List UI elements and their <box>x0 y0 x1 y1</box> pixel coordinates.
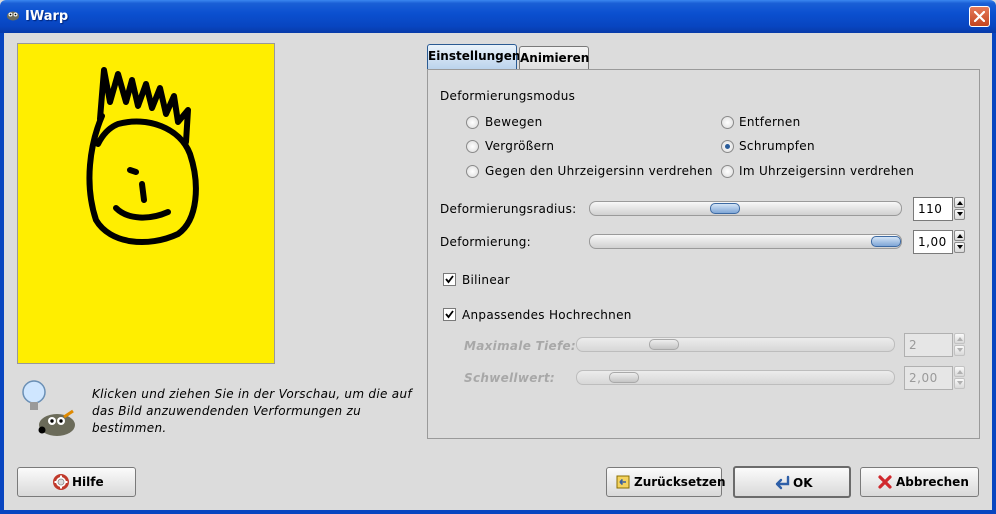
tab-einstellungen[interactable]: Einstellungen <box>427 44 521 70</box>
radio-vergroessern-label[interactable]: Vergrößern <box>485 139 554 153</box>
mode-section-label: Deformierungsmodus <box>440 89 576 103</box>
radio-schrumpfen-label[interactable]: Schrumpfen <box>739 139 815 153</box>
cancel-button-label: Abbrechen <box>896 475 969 489</box>
preview-canvas[interactable] <box>17 43 275 364</box>
arrow-up-icon <box>957 337 963 341</box>
amount-label: Deformierung: <box>440 235 532 249</box>
threshold-slider-thumb[interactable] <box>609 372 639 383</box>
radio-entfernen[interactable] <box>721 116 734 129</box>
radio-im-uhrzeigersinn-label[interactable]: Im Uhrzeigersinn verdrehen <box>739 164 914 178</box>
reset-button[interactable]: Zurücksetzen <box>606 467 726 497</box>
arrow-up-icon <box>957 201 963 205</box>
cancel-button[interactable]: Abbrechen <box>860 467 979 497</box>
help-button[interactable]: Hilfe <box>17 467 136 497</box>
arrow-down-icon <box>957 348 963 352</box>
amount-spin-up[interactable] <box>954 230 965 241</box>
radius-spin-up[interactable] <box>954 197 965 208</box>
amount-input[interactable]: 1,00 <box>913 230 953 254</box>
radius-slider-thumb[interactable] <box>710 203 740 214</box>
max-depth-input[interactable]: 2 <box>904 333 953 357</box>
wilber-lightbulb-icon <box>22 380 75 436</box>
tab-animieren-label: Animieren <box>520 51 590 65</box>
threshold-input[interactable]: 2,00 <box>904 366 953 390</box>
tab-einstellungen-label: Einstellungen <box>428 49 521 63</box>
amount-slider[interactable] <box>589 234 902 249</box>
ok-button-label: OK <box>793 476 813 490</box>
arrow-up-icon <box>957 370 963 374</box>
threshold-label: Schwellwert: <box>464 371 556 385</box>
radio-schrumpfen[interactable] <box>721 140 734 153</box>
cancel-x-icon <box>878 475 892 489</box>
threshold-spin-down[interactable] <box>954 378 965 389</box>
bilinear-checkbox[interactable] <box>443 273 456 286</box>
title-bar[interactable]: IWarp <box>0 0 996 33</box>
checkmark-icon <box>445 310 454 319</box>
bilinear-label[interactable]: Bilinear <box>462 273 510 287</box>
reset-icon <box>616 475 630 489</box>
tab-animieren[interactable]: Animieren <box>519 46 589 70</box>
max-depth-slider[interactable] <box>576 337 895 352</box>
max-depth-spin-down[interactable] <box>954 345 965 356</box>
arrow-down-icon <box>957 245 963 249</box>
max-depth-label: Maximale Tiefe: <box>464 339 577 353</box>
radio-entfernen-label[interactable]: Entfernen <box>739 115 801 129</box>
threshold-spin-up[interactable] <box>954 366 965 377</box>
radius-input[interactable]: 110 <box>913 197 953 221</box>
threshold-slider[interactable] <box>576 370 895 385</box>
amount-slider-thumb[interactable] <box>871 236 901 247</box>
max-depth-slider-thumb[interactable] <box>649 339 679 350</box>
arrow-down-icon <box>957 381 963 385</box>
lifebuoy-icon <box>53 474 69 490</box>
radius-spin-down[interactable] <box>954 209 965 220</box>
radio-im-uhrzeigersinn[interactable] <box>721 165 734 178</box>
radio-gegen-uhrzeigersinn-label[interactable]: Gegen den Uhrzeigersinn verdrehen <box>485 164 713 178</box>
hint-text: Klicken und ziehen Sie in der Vorschau, … <box>92 387 412 435</box>
supersample-label[interactable]: Anpassendes Hochrechnen <box>462 308 632 322</box>
window-frame-right <box>992 33 996 514</box>
checkmark-icon <box>445 275 454 284</box>
reset-button-label: Zurücksetzen <box>634 475 726 489</box>
radio-bewegen[interactable] <box>466 116 479 129</box>
enter-arrow-icon <box>775 475 790 490</box>
radio-vergroessern[interactable] <box>466 140 479 153</box>
window-frame-bottom <box>0 510 996 514</box>
gimp-wilber-icon <box>7 11 19 21</box>
close-icon <box>974 11 985 22</box>
radius-label: Deformierungsradius: <box>440 202 577 216</box>
radio-bewegen-label[interactable]: Bewegen <box>485 115 543 129</box>
iwarp-dialog: IWarp Klicken und ziehen Sie in der Vors… <box>0 0 996 514</box>
max-depth-spin-up[interactable] <box>954 333 965 344</box>
arrow-up-icon <box>957 234 963 238</box>
help-button-label: Hilfe <box>72 475 104 489</box>
amount-spin-down[interactable] <box>954 242 965 253</box>
window-frame-left <box>0 33 4 514</box>
ok-button[interactable]: OK <box>733 466 851 498</box>
radio-gegen-uhrzeigersinn[interactable] <box>466 165 479 178</box>
close-button[interactable] <box>969 6 990 27</box>
arrow-down-icon <box>957 212 963 216</box>
window-title: IWarp <box>25 9 69 24</box>
supersample-checkbox[interactable] <box>443 308 456 321</box>
radius-slider[interactable] <box>589 201 902 216</box>
preview-drawing <box>86 67 199 246</box>
